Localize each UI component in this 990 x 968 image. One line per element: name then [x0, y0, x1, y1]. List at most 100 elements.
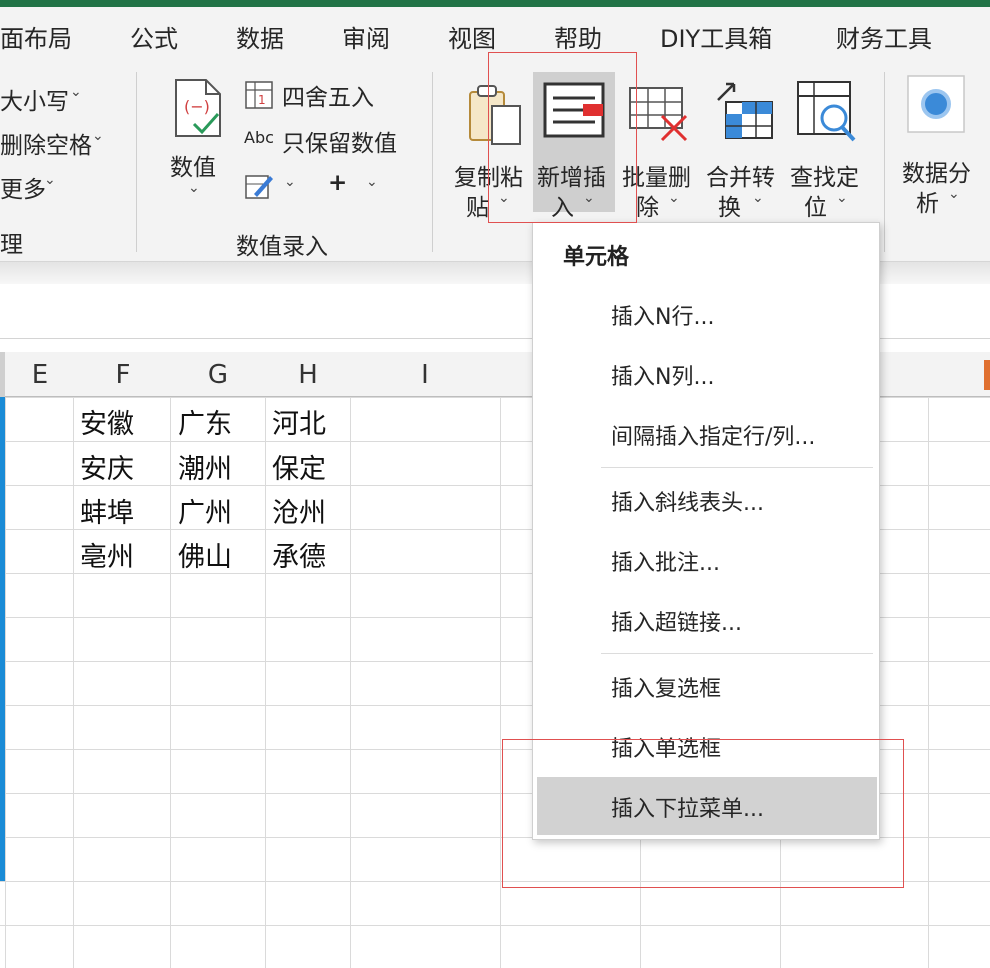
chevron-down-icon: ⌄ [948, 186, 960, 202]
chevron-down-icon: ⌄ [366, 174, 378, 190]
edit-dropdown-button[interactable]: ⌄ [244, 168, 304, 204]
find-locate-icon [797, 81, 856, 142]
tab-finance-tools[interactable]: 财务工具 [836, 19, 932, 54]
find-locate-button[interactable]: 查找定 位 ⌄ [786, 72, 868, 221]
insert-new-label-line1: 新增插 [537, 165, 606, 191]
cell-f1[interactable]: 安徽 [80, 402, 134, 441]
tab-view[interactable]: 视图 [448, 19, 496, 54]
menu-item-interval-insert[interactable]: 间隔插入指定行/列... [537, 405, 877, 463]
menu-item-label: 插入N列... [611, 365, 715, 390]
insert-rows-icon [543, 82, 605, 138]
cell-g2[interactable]: 潮州 [178, 447, 232, 486]
more-label: 更多 [0, 177, 46, 203]
cell-g3[interactable]: 广州 [178, 491, 232, 530]
menu-item-insert-n-rows[interactable]: 插入N行... [537, 285, 877, 343]
column-header-h[interactable]: H [288, 360, 328, 390]
insert-plus-button[interactable]: + ⌄ [328, 168, 388, 204]
menu-separator [601, 653, 873, 654]
tab-page-layout[interactable]: 面布局 [0, 19, 72, 54]
merge-convert-button[interactable]: 合并转 换 ⌄ [702, 72, 784, 221]
batch-delete-label-line2: 除 [636, 195, 659, 221]
menu-item-label: 插入单选框 [611, 737, 722, 762]
cell-h1[interactable]: 河北 [272, 402, 326, 441]
cell-g4[interactable]: 佛山 [178, 535, 232, 574]
column-header-f[interactable]: F [103, 360, 143, 390]
menu-item-insert-dropdown-list[interactable]: 插入下拉菜单... [537, 777, 877, 835]
menu-separator [601, 467, 873, 468]
menu-item-label: 插入批注... [611, 551, 720, 576]
tab-help[interactable]: 帮助 [554, 19, 602, 54]
data-analysis-button[interactable]: 数据分 析 ⌄ [896, 72, 986, 217]
column-header-e[interactable]: E [20, 360, 60, 390]
cell-f3[interactable]: 蚌埠 [80, 491, 134, 530]
cell-h4[interactable]: 承德 [272, 535, 326, 574]
delete-grid-icon [629, 87, 688, 142]
abc-icon: Abc [244, 128, 274, 147]
insert-new-button[interactable]: 新增插 入 ⌄ [533, 72, 615, 221]
column-header-g[interactable]: G [198, 360, 238, 390]
merge-convert-label-line2: 换 [718, 195, 741, 221]
chevron-down-icon: ⌄ [70, 84, 82, 100]
svg-text:1: 1 [258, 93, 266, 107]
round-grid-icon: 1 [245, 81, 273, 109]
chevron-down-icon: ⌄ [92, 128, 104, 144]
cell-f2[interactable]: 安庆 [80, 447, 134, 486]
cell-f4[interactable]: 亳州 [80, 535, 134, 574]
menu-item-label: 插入复选框 [611, 677, 722, 702]
copy-paste-button[interactable]: 复制粘 贴 ⌄ [450, 72, 530, 221]
tab-diy-toolbox[interactable]: DIY工具箱 [660, 19, 772, 54]
chevron-down-icon: ⌄ [583, 190, 595, 206]
data-analysis-label-line2: 析 [916, 191, 939, 217]
keep-values-label: 只保留数值 [282, 131, 397, 157]
column-header-edge [0, 352, 5, 397]
batch-delete-label-line1: 批量删 [622, 165, 691, 191]
group-separator [432, 72, 433, 252]
menu-item-insert-n-columns[interactable]: 插入N列... [537, 345, 877, 403]
insert-new-label-line2: 入 [551, 195, 574, 221]
tab-review[interactable]: 审阅 [342, 19, 390, 54]
chevron-down-icon: ⌄ [284, 174, 296, 190]
menu-item-insert-hyperlink[interactable]: 插入超链接... [537, 591, 877, 649]
cell-h2[interactable]: 保定 [272, 447, 326, 486]
merge-convert-label-line1: 合并转 [706, 165, 775, 191]
value-button[interactable]: (−) 数值 ⌄ [160, 72, 232, 204]
cell-g1[interactable]: 广东 [178, 402, 232, 441]
merge-convert-icon [717, 82, 773, 139]
menu-item-insert-diagonal-header[interactable]: 插入斜线表头... [537, 471, 877, 529]
menu-item-label: 插入超链接... [611, 611, 742, 636]
case-button[interactable]: 大小写 ⌄ [0, 82, 130, 116]
insert-dropdown-menu: 单元格 插入N行... 插入N列... 间隔插入指定行/列... 插入斜线表头.… [532, 222, 880, 840]
group-separator [136, 72, 137, 252]
chevron-down-icon: ⌄ [44, 172, 56, 188]
group-separator [884, 72, 885, 252]
remove-spaces-button[interactable]: 删除空格 ⌄ [0, 126, 130, 160]
value-document-icon: (−) [175, 79, 221, 137]
round-button[interactable]: 1 四舍五入 [244, 78, 404, 114]
chevron-down-icon: ⌄ [836, 190, 848, 206]
plus-icon: + [328, 170, 348, 196]
edit-sheet-icon [245, 175, 273, 199]
cell-h3[interactable]: 沧州 [272, 491, 326, 530]
menu-item-insert-radio[interactable]: 插入单选框 [537, 717, 877, 775]
clipboard-paste-icon [469, 85, 521, 145]
column-header-i[interactable]: I [405, 360, 445, 390]
chevron-down-icon: ⌄ [498, 190, 510, 206]
more-button[interactable]: 更多 ⌄ [0, 170, 130, 204]
data-analysis-label-line1: 数据分 [902, 161, 971, 187]
chevron-down-icon: ⌄ [188, 180, 200, 196]
round-label: 四舍五入 [282, 85, 374, 111]
tab-formulas[interactable]: 公式 [130, 19, 178, 54]
group-label-partial: 理 [0, 232, 23, 258]
title-bar-strip [0, 0, 990, 7]
data-analysis-icon [907, 75, 965, 133]
copy-paste-label-line1: 复制粘 [454, 165, 523, 191]
value-label: 数值 [170, 155, 216, 181]
batch-delete-button[interactable]: 批量删 除 ⌄ [618, 72, 700, 221]
menu-item-insert-comment[interactable]: 插入批注... [537, 531, 877, 589]
chevron-down-icon: ⌄ [752, 190, 764, 206]
tab-data[interactable]: 数据 [236, 19, 284, 54]
keep-values-button[interactable]: Abc 只保留数值 [244, 124, 414, 160]
menu-item-label: 插入斜线表头... [611, 491, 764, 516]
menu-item-insert-checkbox[interactable]: 插入复选框 [537, 657, 877, 715]
group-label-value-entry: 数值录入 [236, 234, 328, 260]
